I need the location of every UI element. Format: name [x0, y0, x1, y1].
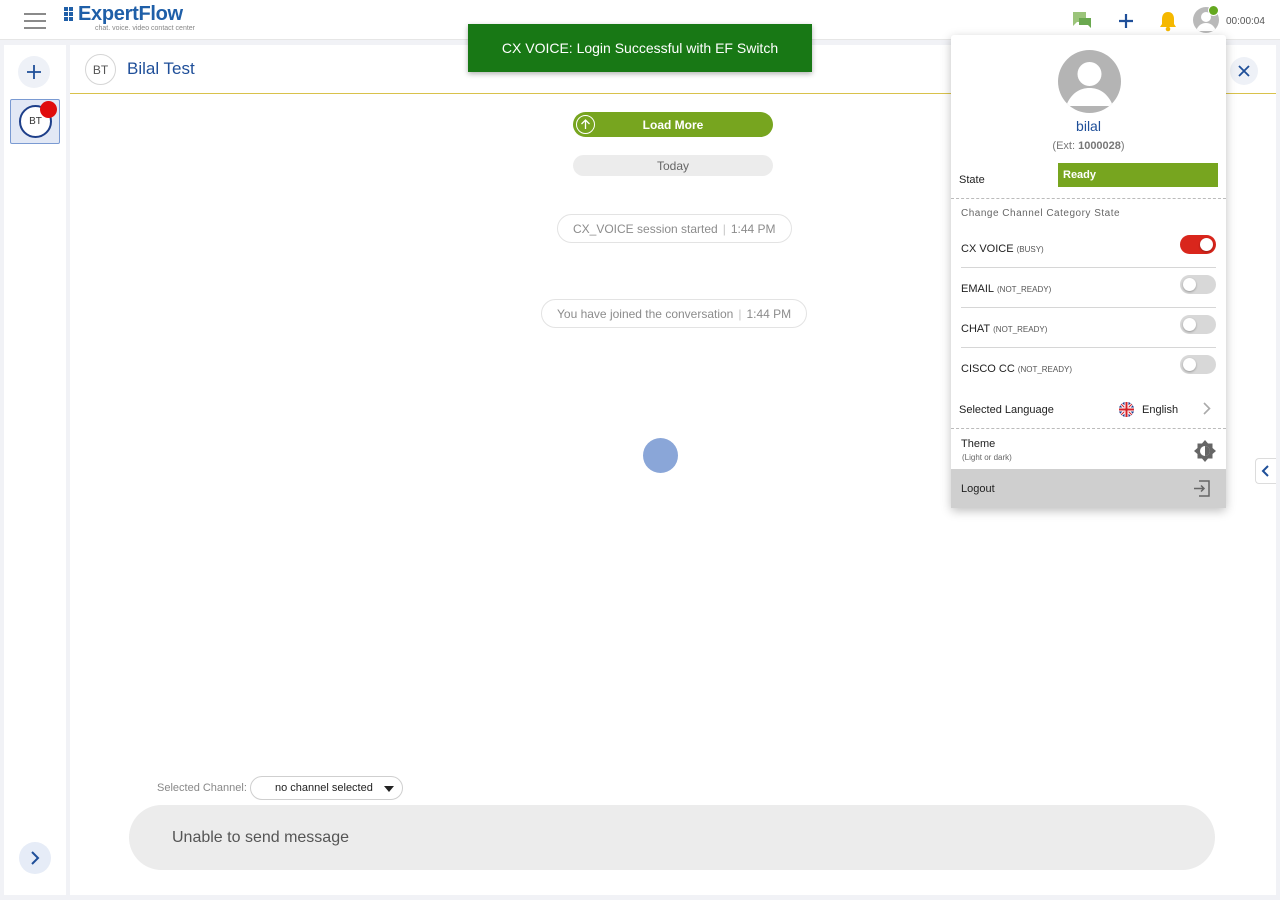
state-dropdown[interactable]: Ready — [1058, 163, 1218, 187]
divider — [951, 428, 1226, 429]
session-timer: 00:00:04 — [1226, 16, 1265, 27]
channel-state: (NOT_READY) — [1017, 365, 1073, 374]
load-more-button[interactable]: Load More — [573, 112, 773, 137]
system-message-text: You have joined the conversation — [557, 306, 734, 321]
channel-state: (NOT_READY) — [993, 325, 1048, 334]
theme-sublabel: (Light or dark) — [962, 453, 1012, 462]
expand-right-panel-button[interactable] — [1255, 458, 1276, 484]
divider — [951, 198, 1226, 199]
status-indicator — [1208, 5, 1219, 16]
menu-icon[interactable] — [24, 13, 46, 29]
channel-name: CX VOICE — [961, 243, 1014, 255]
channel-state: (BUSY) — [1016, 245, 1044, 254]
plus-icon[interactable] — [1113, 8, 1139, 34]
system-message-time: 1:44 PM — [746, 306, 792, 321]
channel-section-title: Change Channel Category State — [961, 208, 1121, 219]
conversation-sidebar: BT — [4, 45, 66, 895]
bell-icon[interactable] — [1155, 8, 1181, 34]
message-input-text: Unable to send message — [172, 828, 349, 846]
channel-name: EMAIL — [961, 283, 995, 295]
logo-tagline: chat. voice. video contact center — [95, 25, 195, 32]
agent-extension: (Ext: 1000028) — [1052, 140, 1125, 152]
channel-row-cx-voice: CX VOICE (BUSY) — [961, 228, 1216, 268]
theme-toggle[interactable]: Theme (Light or dark) — [961, 435, 1216, 468]
logout-icon — [1193, 480, 1211, 502]
close-conversation-button[interactable] — [1230, 57, 1258, 85]
uk-flag-icon — [1119, 402, 1134, 417]
add-conversation-button[interactable] — [18, 56, 50, 88]
message-input[interactable]: Unable to send message — [129, 805, 1215, 870]
language-selector[interactable]: Selected Language English — [959, 395, 1218, 425]
user-avatar-icon — [1058, 50, 1121, 113]
language-label: Selected Language — [959, 404, 1054, 416]
agent-name: bilal — [1076, 118, 1101, 134]
caret-down-icon — [384, 786, 394, 792]
channel-select-value: no channel selected — [275, 782, 373, 794]
profile-menu: bilal (Ext: 1000028) State Ready Change … — [951, 35, 1226, 508]
system-message: You have joined the conversation | 1:44 … — [541, 299, 808, 328]
theme-label: Theme — [961, 438, 996, 450]
logout-button[interactable]: Logout — [951, 469, 1226, 508]
expand-sidebar-button[interactable] — [19, 842, 51, 874]
conversation-tile[interactable]: BT — [10, 99, 60, 144]
channel-row-chat: CHAT (NOT_READY) — [961, 308, 1216, 348]
channel-toggle[interactable] — [1180, 275, 1216, 294]
customer-name[interactable]: Bilal Test — [127, 59, 195, 79]
toast-notification: CX VOICE: Login Successful with EF Switc… — [468, 24, 812, 72]
logo-mark-icon — [64, 7, 78, 21]
channel-toggle[interactable] — [1180, 315, 1216, 334]
toast-message: CX VOICE: Login Successful with EF Switc… — [501, 40, 779, 56]
customer-avatar: BT — [85, 54, 116, 85]
date-divider: Today — [573, 155, 773, 176]
chevron-right-icon — [1203, 402, 1211, 420]
channel-toggle[interactable] — [1180, 355, 1216, 374]
close-icon — [1238, 65, 1250, 77]
channel-name: CISCO CC — [961, 363, 1015, 375]
system-message: CX_VOICE session started | 1:44 PM — [557, 214, 792, 243]
selected-channel-label: Selected Channel: — [157, 782, 247, 794]
unread-badge — [40, 101, 57, 118]
channel-select[interactable]: no channel selected — [250, 776, 403, 800]
chat-bubbles-icon[interactable] — [1069, 8, 1095, 34]
channel-state: (NOT_READY) — [997, 285, 1052, 294]
load-more-label: Load More — [642, 117, 704, 132]
channel-toggle[interactable] — [1180, 235, 1216, 254]
loading-spinner — [643, 438, 678, 473]
arrow-up-icon — [576, 115, 595, 134]
channel-name: CHAT — [961, 323, 991, 335]
logo-text: ExpertFlow — [78, 3, 183, 25]
plus-icon — [27, 65, 41, 79]
brightness-icon — [1193, 439, 1217, 468]
state-value: Ready — [1063, 169, 1097, 181]
extension-number: 1000028 — [1078, 140, 1121, 152]
language-value: English — [1142, 404, 1179, 416]
system-message-text: CX_VOICE session started — [573, 221, 718, 236]
system-message-time: 1:44 PM — [730, 221, 776, 236]
logout-label: Logout — [961, 483, 995, 495]
state-label: State — [959, 174, 985, 186]
channel-row-cisco-cc: CISCO CC (NOT_READY) — [961, 348, 1216, 388]
chevron-right-icon — [31, 851, 40, 865]
chevron-left-icon — [1261, 465, 1269, 477]
channel-row-email: EMAIL (NOT_READY) — [961, 268, 1216, 308]
